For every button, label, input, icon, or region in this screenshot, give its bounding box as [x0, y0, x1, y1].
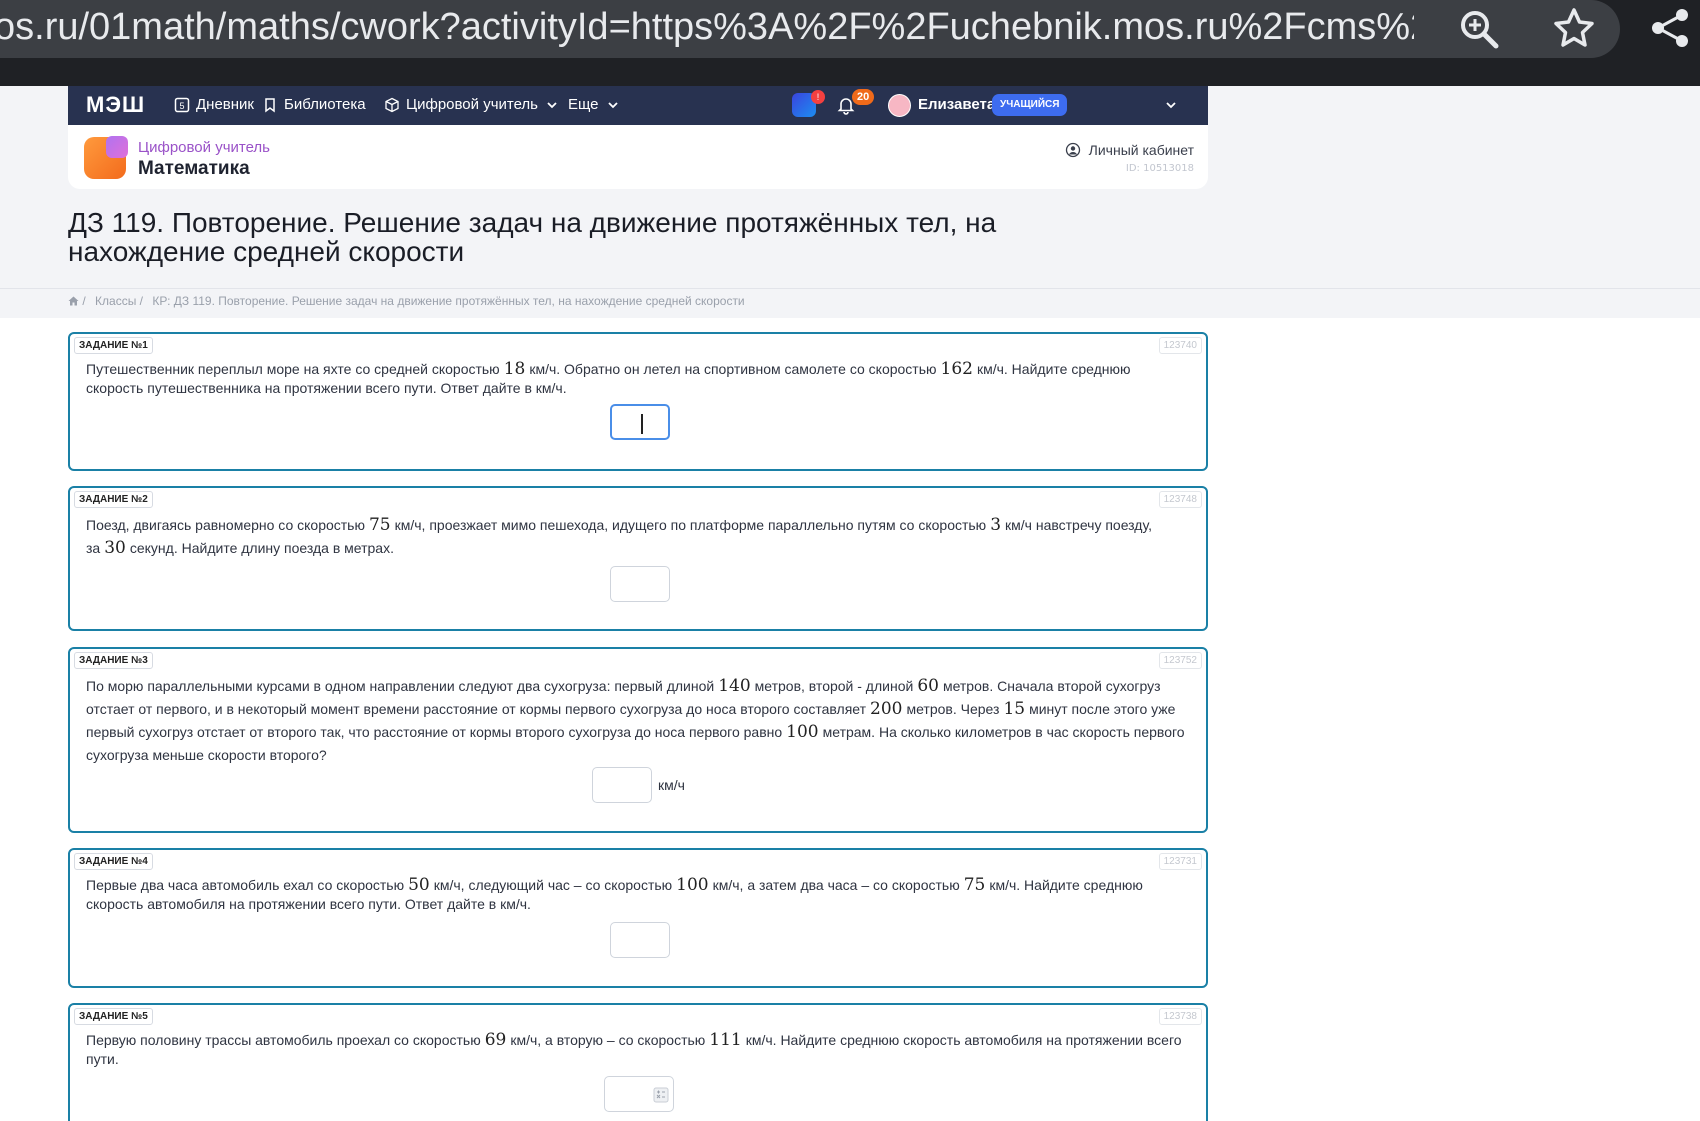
task-card: ЗАДАНИЕ №3 123752 По морю параллельными … — [68, 647, 1208, 833]
personal-cabinet-link[interactable]: Личный кабинет — [1065, 142, 1194, 158]
bookmark-icon — [265, 97, 275, 112]
task-number: ЗАДАНИЕ №3 — [74, 652, 153, 669]
chevron-down-icon[interactable] — [1164, 98, 1178, 112]
task-card: ЗАДАНИЕ №1 123740 Путешественник переплы… — [68, 332, 1208, 471]
answer-input[interactable] — [610, 404, 670, 440]
star-icon[interactable] — [1552, 6, 1596, 50]
role-badge: УЧАЩИЙСЯ — [992, 94, 1068, 116]
cube-icon — [385, 97, 399, 112]
nav-more-label: Еще — [568, 96, 599, 113]
breadcrumb: / Классы / КР: ДЗ 119. Повторение. Решен… — [68, 294, 751, 308]
task-text: Первые два часа автомобиль ехал со скоро… — [86, 875, 1143, 913]
breadcrumb-separator: / — [82, 294, 86, 308]
address-bar[interactable]: os.ru/01math/maths/cwork?activityId=http… — [0, 0, 1620, 58]
answer-input[interactable] — [610, 922, 670, 958]
nav-library[interactable]: Библиотека — [262, 96, 366, 113]
app-subheader: Цифровой учитель Математика Личный кабин… — [68, 125, 1208, 189]
zoom-icon[interactable] — [1458, 8, 1500, 50]
user-circle-icon — [1065, 142, 1080, 158]
task-card: ЗАДАНИЕ №5 123738 Первую половину трассы… — [68, 1003, 1208, 1121]
page-title: ДЗ 119. Повторение. Решение задач на дви… — [68, 207, 997, 267]
task-text: Путешественник переплыл море на яхте со … — [86, 359, 1131, 397]
breadcrumb-current: КР: ДЗ 119. Повторение. Решение задач на… — [152, 294, 745, 308]
nav-library-label: Библиотека — [284, 96, 366, 113]
answer-input[interactable] — [604, 1076, 674, 1112]
user-id: ID: 10513018 — [1125, 163, 1194, 174]
task-number: ЗАДАНИЕ №5 — [74, 1008, 153, 1025]
svg-text:5: 5 — [179, 101, 184, 111]
app-name: Цифровой учитель — [138, 139, 270, 156]
personal-cabinet-label: Личный кабинет — [1088, 142, 1194, 158]
text-cursor — [641, 414, 643, 434]
answer-input[interactable] — [610, 566, 670, 602]
task-id: 123752 — [1158, 652, 1202, 669]
chart-logo-icon — [106, 136, 128, 158]
apps-alert-badge: ! — [811, 90, 825, 104]
divider — [0, 288, 1700, 289]
task-card: ЗАДАНИЕ №4 123731 Первые два часа автомо… — [68, 848, 1208, 988]
mesh-logo[interactable]: МЭШ — [86, 92, 145, 118]
subject-title: Математика — [138, 158, 250, 179]
task-card: ЗАДАНИЕ №2 123748 Поезд, двигаясь равном… — [68, 486, 1208, 631]
breadcrumb-classes[interactable]: Классы / — [95, 294, 143, 308]
chevron-down-icon — [547, 101, 557, 108]
nav-more[interactable]: Еще — [568, 96, 621, 113]
task-text: Первую половину трассы автомобиль проеха… — [86, 1030, 1182, 1068]
chevron-down-icon — [607, 101, 618, 108]
answer-input[interactable] — [592, 767, 652, 803]
task-id: 123740 — [1158, 337, 1202, 354]
user-name[interactable]: Елизавета — [918, 96, 995, 113]
task-text: По морю параллельными курсами в одном на… — [86, 676, 1185, 763]
task-id: 123748 — [1158, 491, 1202, 508]
task-number: ЗАДАНИЕ №4 — [74, 853, 153, 870]
nav-diary[interactable]: 5 Дневник — [174, 96, 254, 113]
top-navigation: МЭШ 5 Дневник Библиотека Цифровой учител… — [68, 86, 1208, 125]
avatar[interactable] — [888, 94, 911, 117]
home-icon[interactable] — [68, 296, 79, 306]
task-id: 123731 — [1158, 853, 1202, 870]
share-icon[interactable] — [1648, 6, 1692, 50]
nav-diary-label: Дневник — [196, 96, 254, 113]
calculator-icon — [653, 1087, 669, 1103]
task-number: ЗАДАНИЕ №1 — [74, 337, 153, 354]
browser-toolbar: os.ru/01math/maths/cwork?activityId=http… — [0, 0, 1700, 86]
nav-digital-teacher-label: Цифровой учитель — [406, 96, 538, 113]
nav-digital-teacher[interactable]: Цифровой учитель — [384, 96, 560, 113]
answer-unit: км/ч — [658, 777, 685, 793]
url-text[interactable]: os.ru/01math/maths/cwork?activityId=http… — [0, 6, 1414, 49]
task-number: ЗАДАНИЕ №2 — [74, 491, 153, 508]
diary-icon: 5 — [174, 97, 190, 112]
task-text: Поезд, двигаясь равномерно со скоростью 7… — [86, 515, 1152, 558]
task-id: 123738 — [1158, 1008, 1202, 1025]
notifications-count: 20 — [852, 89, 875, 105]
